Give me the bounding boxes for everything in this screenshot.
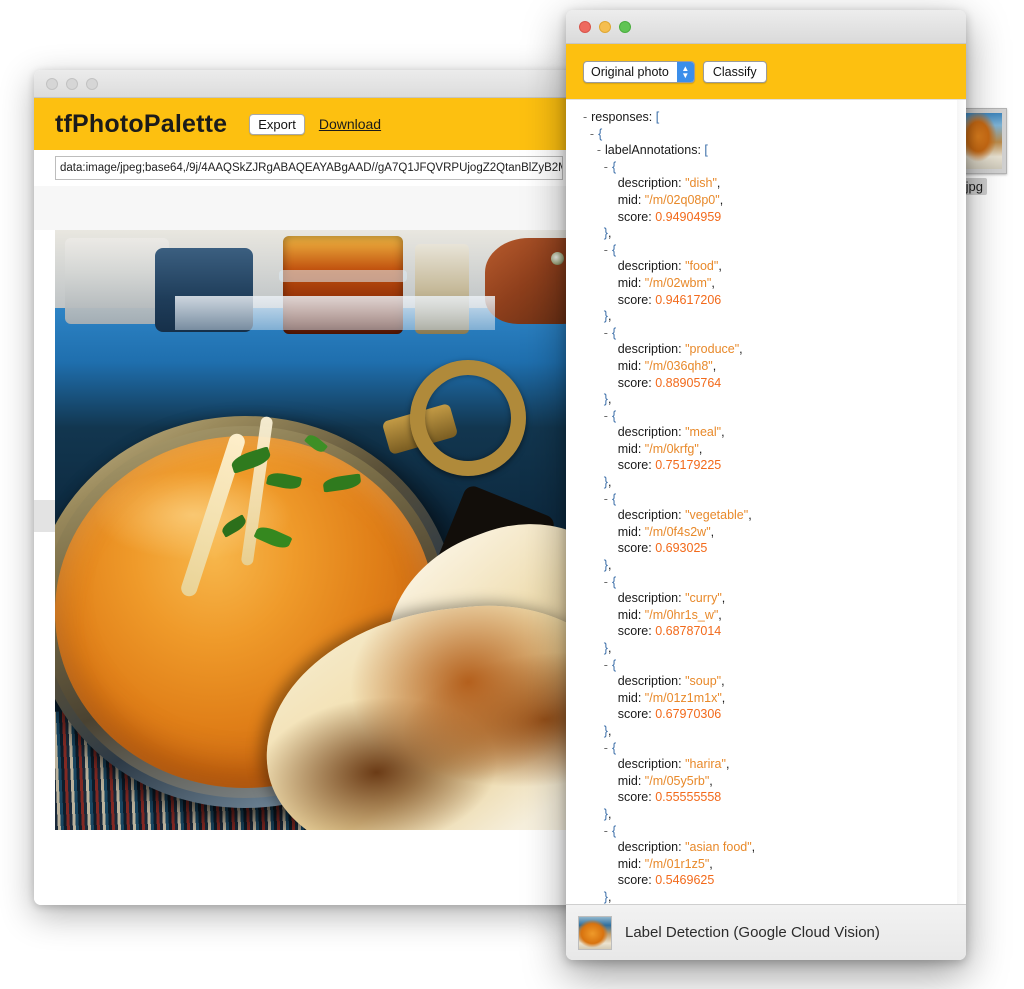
photo-area xyxy=(34,230,596,905)
export-button[interactable]: Export xyxy=(249,113,305,135)
app-title: tfPhotoPalette xyxy=(55,109,228,138)
close-icon[interactable] xyxy=(579,20,591,33)
panel-statusbar: Label Detection (Google Cloud Vision) xyxy=(566,904,966,960)
minimize-icon[interactable] xyxy=(599,20,611,33)
photo-fish-eye xyxy=(551,252,564,265)
panel-titlebar[interactable] xyxy=(566,10,966,44)
app-brand-bar: tfPhotoPalette Export Download xyxy=(34,98,596,150)
status-label: Label Detection (Google Cloud Vision) xyxy=(625,924,880,941)
classify-button[interactable]: Classify xyxy=(702,60,767,83)
file-thumbnail-image xyxy=(962,113,1002,169)
data-uri-row: data:image/jpeg;base64,/9j/4AAQSkZJRgABA… xyxy=(34,150,596,186)
zoom-icon[interactable] xyxy=(86,77,98,90)
background-window-titlebar[interactable] xyxy=(34,70,596,98)
source-photo[interactable] xyxy=(55,230,596,830)
source-select-value: Original photo xyxy=(591,64,669,79)
background-window[interactable]: tfPhotoPalette Export Download data:imag… xyxy=(34,70,596,905)
photo-bowl-handle xyxy=(410,360,526,476)
close-icon[interactable] xyxy=(46,77,58,90)
photo-paper-sheet xyxy=(175,296,495,330)
photo-glass-amber-rim xyxy=(279,270,407,282)
content-spacer xyxy=(34,186,596,230)
json-result-pane[interactable]: - responses: [ -{ - labelAnnotations: [ -{… xyxy=(566,99,966,904)
photo-glass-clear xyxy=(65,238,169,324)
minimize-icon[interactable] xyxy=(66,77,78,90)
classify-panel-window[interactable]: Original photo ▲ ▼ Classify - responses: [… xyxy=(566,10,966,960)
download-link[interactable]: Download xyxy=(319,116,381,132)
json-output: - responses: [ -{ - labelAnnotations: [ -{… xyxy=(582,110,756,904)
data-uri-input[interactable]: data:image/jpeg;base64,/9j/4AAQSkZJRgABA… xyxy=(55,156,563,180)
zoom-icon[interactable] xyxy=(619,20,631,33)
source-select[interactable]: Original photo ▲ ▼ xyxy=(583,60,695,83)
status-thumbnail[interactable] xyxy=(578,915,612,950)
chevron-updown-icon[interactable]: ▲ ▼ xyxy=(676,61,694,82)
left-gutter-nub xyxy=(34,500,56,532)
panel-toolbar: Original photo ▲ ▼ Classify xyxy=(566,44,966,99)
screen: .jpg tfPhotoPalette Export Download data… xyxy=(0,0,1024,989)
